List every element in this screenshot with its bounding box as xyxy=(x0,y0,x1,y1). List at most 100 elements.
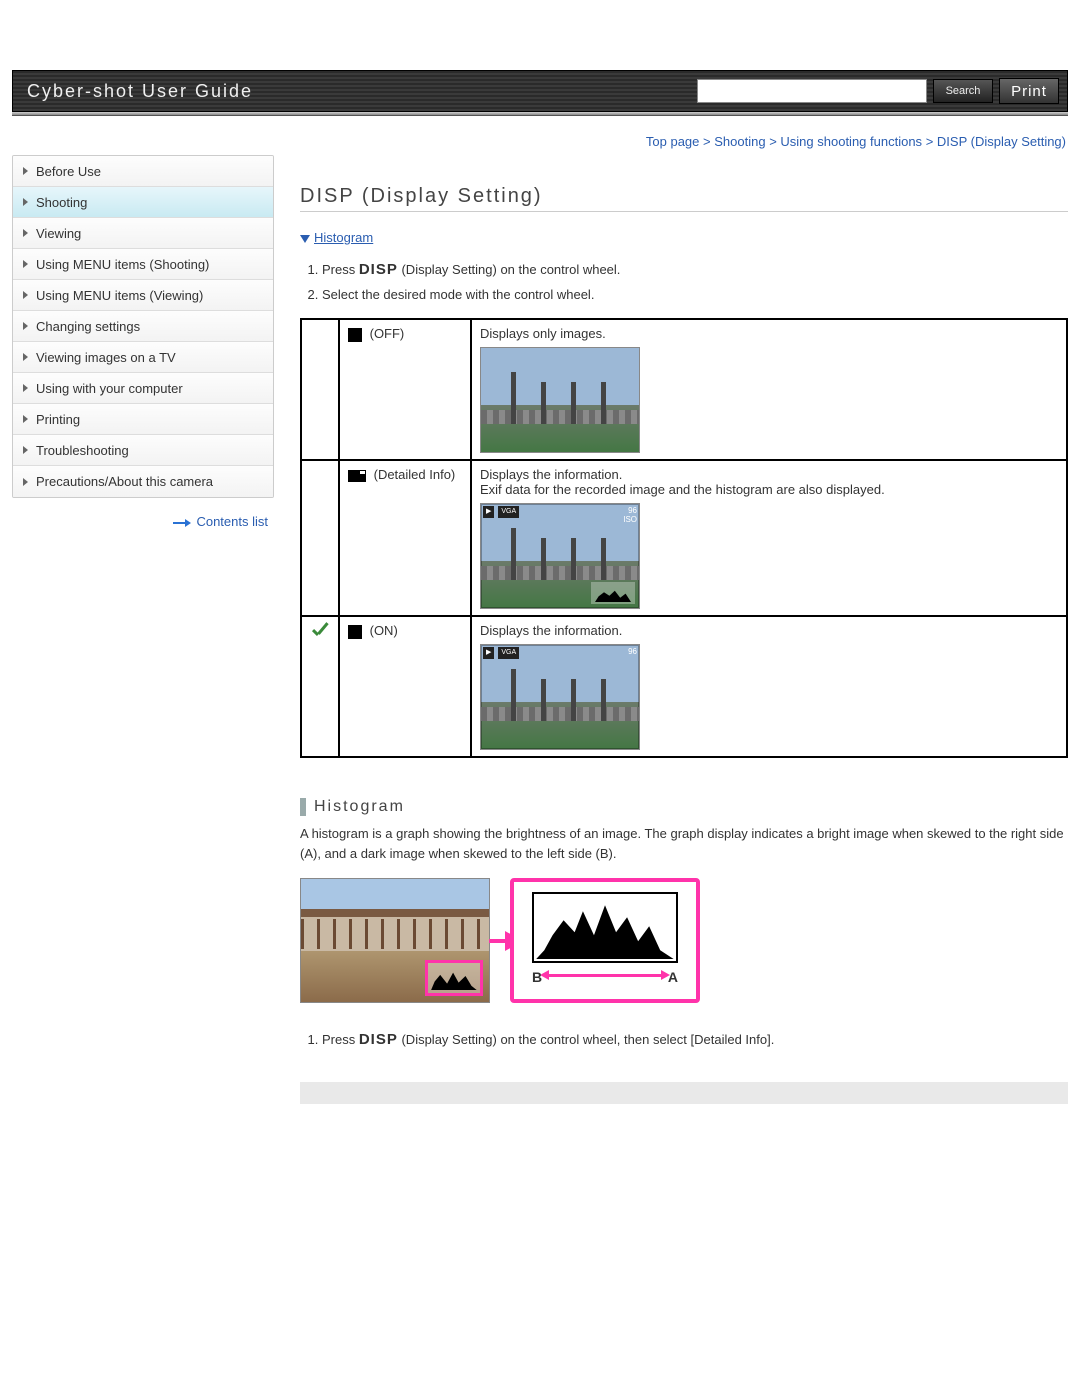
cell-check xyxy=(301,460,339,616)
caret-icon xyxy=(23,291,28,299)
sidebar-nav: Before Use Shooting Viewing Using MENU i… xyxy=(12,155,274,498)
caret-icon xyxy=(23,384,28,392)
sidebar-item-shooting[interactable]: Shooting xyxy=(13,187,273,218)
contents-list: Contents list xyxy=(12,514,268,529)
sidebar-item-label: Shooting xyxy=(36,195,87,210)
histogram-steps: Press DISP (Display Setting) on the cont… xyxy=(300,1029,1068,1052)
mode-off-icon xyxy=(348,328,362,342)
contents-list-link[interactable]: Contents list xyxy=(196,514,268,529)
sample-image-detailed: ▶VGA 96ISO xyxy=(480,503,640,609)
cell-mode: (OFF) xyxy=(339,319,471,460)
breadcrumb-sep: > xyxy=(769,134,780,149)
cell-desc: Displays the information. Exif data for … xyxy=(471,460,1067,616)
desc-line: Displays the information. xyxy=(480,623,1058,638)
arrow-icon xyxy=(185,519,191,527)
breadcrumb-link[interactable]: DISP (Display Setting) xyxy=(937,134,1066,149)
sidebar-item-tv[interactable]: Viewing images on a TV xyxy=(13,342,273,373)
breadcrumb-link[interactable]: Using shooting functions xyxy=(780,134,922,149)
mode-label: (Detailed Info) xyxy=(370,467,455,482)
caret-icon xyxy=(23,198,28,206)
cell-desc: Displays only images. xyxy=(471,319,1067,460)
cell-check xyxy=(301,616,339,757)
mode-label: (ON) xyxy=(366,623,398,638)
table-row: (Detailed Info) Displays the information… xyxy=(301,460,1067,616)
cell-mode: (Detailed Info) xyxy=(339,460,471,616)
histogram-scene-image xyxy=(300,878,490,1003)
mode-label: (OFF) xyxy=(366,326,404,341)
breadcrumb-sep: > xyxy=(703,134,714,149)
histogram-callout: B A xyxy=(510,878,700,1003)
caret-icon xyxy=(23,322,28,330)
step-item: Select the desired mode with the control… xyxy=(322,285,1068,305)
sidebar-item-label: Viewing images on a TV xyxy=(36,350,176,365)
cell-check xyxy=(301,319,339,460)
sidebar-item-computer[interactable]: Using with your computer xyxy=(13,373,273,404)
sidebar-item-label: Changing settings xyxy=(36,319,140,334)
page-title: DISP (Display Setting) xyxy=(300,185,1068,212)
sidebar-item-label: Viewing xyxy=(36,226,81,241)
search-button[interactable]: Search xyxy=(933,79,993,103)
table-row: (ON) Displays the information. ▶VGA 96 xyxy=(301,616,1067,757)
axis-label-a: A xyxy=(668,969,678,985)
caret-icon xyxy=(23,478,28,486)
sample-image-off xyxy=(480,347,640,453)
desc-line: Displays the information. xyxy=(480,467,1058,482)
caret-icon xyxy=(23,229,28,237)
step-text: Press xyxy=(322,262,359,277)
histogram-body: A histogram is a graph showing the brigh… xyxy=(300,824,1068,864)
step-text: Select the desired mode with the control… xyxy=(322,287,594,302)
primary-steps: Press DISP (Display Setting) on the cont… xyxy=(300,259,1068,304)
sidebar-item-menu-shooting[interactable]: Using MENU items (Shooting) xyxy=(13,249,273,280)
header-divider xyxy=(12,112,1068,116)
sidebar-item-label: Using MENU items (Shooting) xyxy=(36,257,209,272)
caret-icon xyxy=(23,353,28,361)
sidebar-item-changing-settings[interactable]: Changing settings xyxy=(13,311,273,342)
breadcrumb-link[interactable]: Shooting xyxy=(714,134,765,149)
breadcrumb-sep: > xyxy=(926,134,937,149)
search-input[interactable] xyxy=(697,79,927,103)
sidebar-item-troubleshooting[interactable]: Troubleshooting xyxy=(13,435,273,466)
triangle-down-icon xyxy=(300,235,310,243)
disp-icon: DISP xyxy=(359,1031,398,1048)
sample-image-on: ▶VGA 96 xyxy=(480,644,640,750)
cell-desc: Displays the information. ▶VGA 96 xyxy=(471,616,1067,757)
step-item: Press DISP (Display Setting) on the cont… xyxy=(322,1029,1068,1052)
step-text: (Display Setting) on the control wheel. xyxy=(398,262,621,277)
sidebar-item-viewing[interactable]: Viewing xyxy=(13,218,273,249)
sidebar-item-label: Using MENU items (Viewing) xyxy=(36,288,203,303)
mode-on-icon xyxy=(348,625,362,639)
sidebar-item-precautions[interactable]: Precautions/About this camera xyxy=(13,466,273,497)
sidebar-item-label: Using with your computer xyxy=(36,381,183,396)
disp-icon: DISP xyxy=(359,261,398,278)
caret-icon xyxy=(23,167,28,175)
section-title-histogram: Histogram xyxy=(300,798,1068,816)
table-row: (OFF) Displays only images. xyxy=(301,319,1067,460)
breadcrumb-link[interactable]: Top page xyxy=(646,134,700,149)
footer-bar xyxy=(300,1082,1068,1104)
anchor-link-histogram[interactable]: Histogram xyxy=(300,230,373,245)
caret-icon xyxy=(23,260,28,268)
mode-detailed-icon xyxy=(348,470,366,482)
sidebar-item-printing[interactable]: Printing xyxy=(13,404,273,435)
print-button[interactable]: Print xyxy=(999,78,1059,104)
sidebar-item-label: Before Use xyxy=(36,164,101,179)
check-icon xyxy=(310,623,330,643)
cell-mode: (ON) xyxy=(339,616,471,757)
axis-label-b: B xyxy=(532,969,542,985)
step-text: Press xyxy=(322,1032,359,1047)
step-item: Press DISP (Display Setting) on the cont… xyxy=(322,259,1068,282)
sidebar-item-label: Troubleshooting xyxy=(36,443,129,458)
anchor-link-label: Histogram xyxy=(314,230,373,245)
app-title: Cyber-shot User Guide xyxy=(27,81,253,102)
sidebar-item-label: Printing xyxy=(36,412,80,427)
histogram-mini-icon xyxy=(425,960,483,996)
header-tools: Search Print xyxy=(697,78,1059,104)
histogram-figure: B A xyxy=(300,878,1068,1003)
sidebar-item-before-use[interactable]: Before Use xyxy=(13,156,273,187)
sidebar-item-menu-viewing[interactable]: Using MENU items (Viewing) xyxy=(13,280,273,311)
caret-icon xyxy=(23,446,28,454)
caret-icon xyxy=(23,415,28,423)
header-bar: Cyber-shot User Guide Search Print xyxy=(12,70,1068,112)
breadcrumb: Top page > Shooting > Using shooting fun… xyxy=(14,134,1066,149)
step-text: (Display Setting) on the control wheel, … xyxy=(398,1032,774,1047)
